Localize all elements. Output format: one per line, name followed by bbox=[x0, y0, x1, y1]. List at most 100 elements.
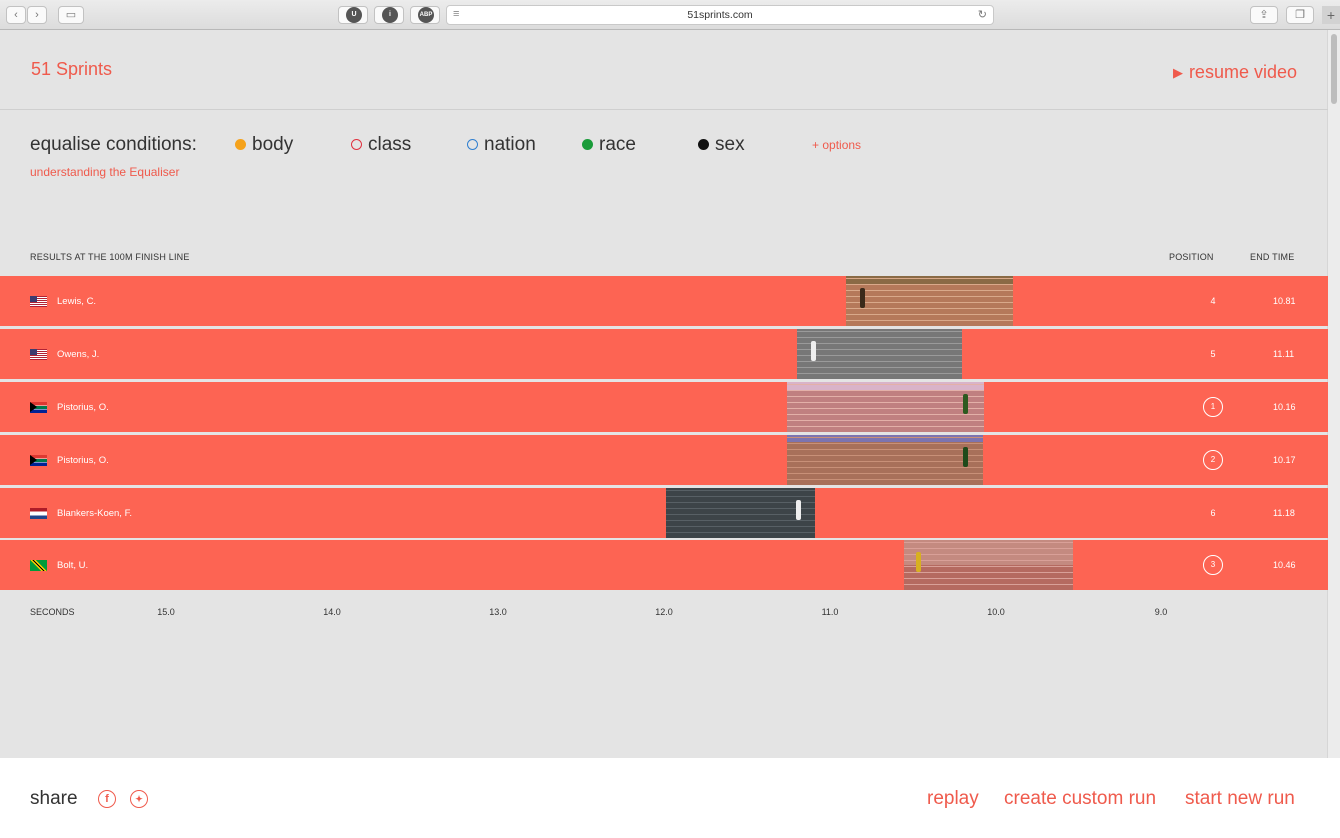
share-label: share bbox=[30, 788, 78, 809]
flag-triangle bbox=[30, 402, 37, 412]
equalise-label: equalise conditions: bbox=[30, 134, 197, 155]
share-icon[interactable]: ⇪ bbox=[1250, 6, 1278, 24]
medal-position-badge: 2 bbox=[1203, 450, 1223, 470]
end-time-value: 10.81 bbox=[1273, 296, 1296, 306]
extension-button-1[interactable]: U bbox=[338, 6, 368, 24]
sex-dot-icon bbox=[698, 139, 709, 150]
play-icon: ▶ bbox=[1172, 65, 1183, 80]
body-dot-icon bbox=[235, 139, 246, 150]
race-dot-icon bbox=[582, 139, 593, 150]
runner-video-thumbnail[interactable] bbox=[787, 435, 983, 485]
athlete-name: Lewis, C. bbox=[57, 296, 97, 307]
condition-race[interactable]: race bbox=[582, 134, 636, 156]
runner-figure-icon bbox=[811, 341, 816, 361]
password-extension-icon: i bbox=[382, 7, 398, 23]
tabs-icon[interactable]: ❐ bbox=[1286, 6, 1314, 24]
resume-video-button[interactable]: ▶ resume video bbox=[1173, 62, 1297, 83]
condition-label: race bbox=[599, 134, 636, 155]
result-row[interactable]: Blankers-Koen, F. 6 11.18 bbox=[0, 488, 1328, 538]
understanding-link[interactable]: understanding the Equaliser bbox=[30, 165, 179, 179]
site-logo[interactable]: 51 Sprints bbox=[31, 59, 112, 80]
end-time-value: 11.18 bbox=[1273, 508, 1295, 518]
footer: share f ✦ replay create custom run start… bbox=[0, 758, 1340, 838]
runner-figure-icon bbox=[860, 288, 865, 308]
runner-figure-icon bbox=[963, 447, 968, 467]
axis-tick-label: 15.0 bbox=[157, 607, 175, 617]
runner-video-thumbnail[interactable] bbox=[666, 488, 815, 538]
usa-flag-icon bbox=[30, 349, 47, 360]
adblock-extension-icon: ABP bbox=[418, 7, 434, 23]
runner-video-thumbnail[interactable] bbox=[797, 329, 962, 379]
south-africa-flag-icon bbox=[30, 455, 47, 466]
condition-body[interactable]: body bbox=[235, 134, 293, 156]
class-dot-icon bbox=[351, 139, 362, 150]
athlete-name: Pistorius, O. bbox=[57, 455, 109, 466]
runner-video-thumbnail[interactable] bbox=[846, 276, 1013, 326]
sidebar-icon[interactable]: ▭ bbox=[58, 6, 84, 24]
athlete-name: Pistorius, O. bbox=[57, 402, 109, 413]
athlete-name: Blankers-Koen, F. bbox=[57, 508, 132, 519]
runner-figure-icon bbox=[796, 500, 801, 520]
back-icon[interactable]: ‹ bbox=[6, 6, 26, 24]
axis-tick-label: 13.0 bbox=[489, 607, 507, 617]
athlete-name: Bolt, U. bbox=[57, 560, 89, 571]
condition-sex[interactable]: sex bbox=[698, 134, 745, 156]
result-row[interactable]: Owens, J. 5 11.11 bbox=[0, 329, 1328, 379]
medal-position-badge: 1 bbox=[1203, 397, 1223, 417]
end-time-header: END TIME bbox=[1250, 252, 1295, 262]
runner-video-thumbnail[interactable] bbox=[787, 382, 984, 432]
privacy-extension-icon: U bbox=[346, 7, 362, 23]
axis-tick-label: 14.0 bbox=[323, 607, 341, 617]
options-link[interactable]: + options bbox=[812, 138, 861, 152]
axis-label: SECONDS bbox=[30, 607, 75, 617]
athlete-name: Owens, J. bbox=[57, 349, 100, 360]
axis-tick-label: 10.0 bbox=[987, 607, 1005, 617]
url-text: 51sprints.com bbox=[687, 9, 753, 21]
condition-class[interactable]: class bbox=[351, 134, 411, 156]
axis-tick-label: 9.0 bbox=[1154, 607, 1168, 617]
flag-canton bbox=[30, 296, 37, 302]
axis-tick-label: 12.0 bbox=[655, 607, 673, 617]
condition-label: nation bbox=[484, 134, 536, 155]
start-new-run-button[interactable]: start new run bbox=[1185, 788, 1295, 810]
runner-figure-icon bbox=[963, 394, 968, 414]
scrollbar[interactable] bbox=[1327, 30, 1340, 758]
forward-icon[interactable]: › bbox=[27, 6, 47, 24]
medal-position-badge: 3 bbox=[1203, 555, 1223, 575]
create-custom-run-button[interactable]: create custom run bbox=[1004, 788, 1156, 810]
position-value: 4 bbox=[1210, 296, 1216, 306]
results-heading: RESULTS AT THE 100M FINISH LINE bbox=[30, 252, 190, 262]
resume-video-label: resume video bbox=[1188, 62, 1297, 82]
extension-button-2[interactable]: i bbox=[374, 6, 404, 24]
condition-label: class bbox=[368, 134, 412, 155]
reload-icon[interactable]: ↻ bbox=[978, 8, 987, 21]
new-tab-icon[interactable]: + bbox=[1322, 6, 1340, 24]
axis-tick-label: 11.0 bbox=[821, 607, 839, 617]
netherlands-flag-icon bbox=[30, 508, 47, 519]
condition-label: sex bbox=[715, 134, 745, 155]
end-time-value: 11.11 bbox=[1273, 349, 1295, 359]
facebook-icon[interactable]: f bbox=[98, 790, 116, 808]
runner-video-thumbnail[interactable] bbox=[904, 540, 1073, 590]
header-divider bbox=[0, 109, 1328, 110]
extension-button-3[interactable]: ABP bbox=[410, 6, 440, 24]
replay-button[interactable]: replay bbox=[927, 788, 979, 810]
result-row[interactable]: Pistorius, O. 1 10.16 bbox=[0, 382, 1328, 432]
end-time-value: 10.46 bbox=[1273, 560, 1296, 570]
position-header: POSITION bbox=[1169, 252, 1214, 262]
result-row[interactable]: Bolt, U. 3 10.46 bbox=[0, 540, 1328, 590]
flag-triangle bbox=[30, 455, 37, 465]
position-value: 5 bbox=[1210, 349, 1216, 359]
result-row[interactable]: Lewis, C. 4 10.81 bbox=[0, 276, 1328, 326]
browser-toolbar: ‹ › ▭ U i ABP ≡ 51sprints.com ↻ ⇪ ❐ + bbox=[0, 0, 1340, 30]
address-bar[interactable]: ≡ 51sprints.com ↻ bbox=[446, 5, 994, 25]
end-time-value: 10.17 bbox=[1273, 455, 1296, 465]
condition-nation[interactable]: nation bbox=[467, 134, 536, 156]
position-value: 6 bbox=[1210, 508, 1216, 518]
usa-flag-icon bbox=[30, 296, 47, 307]
condition-label: body bbox=[252, 134, 294, 155]
result-row[interactable]: Pistorius, O. 2 10.17 bbox=[0, 435, 1328, 485]
twitter-icon[interactable]: ✦ bbox=[130, 790, 148, 808]
scrollbar-thumb[interactable] bbox=[1331, 34, 1337, 104]
jamaica-flag-icon bbox=[30, 560, 47, 571]
